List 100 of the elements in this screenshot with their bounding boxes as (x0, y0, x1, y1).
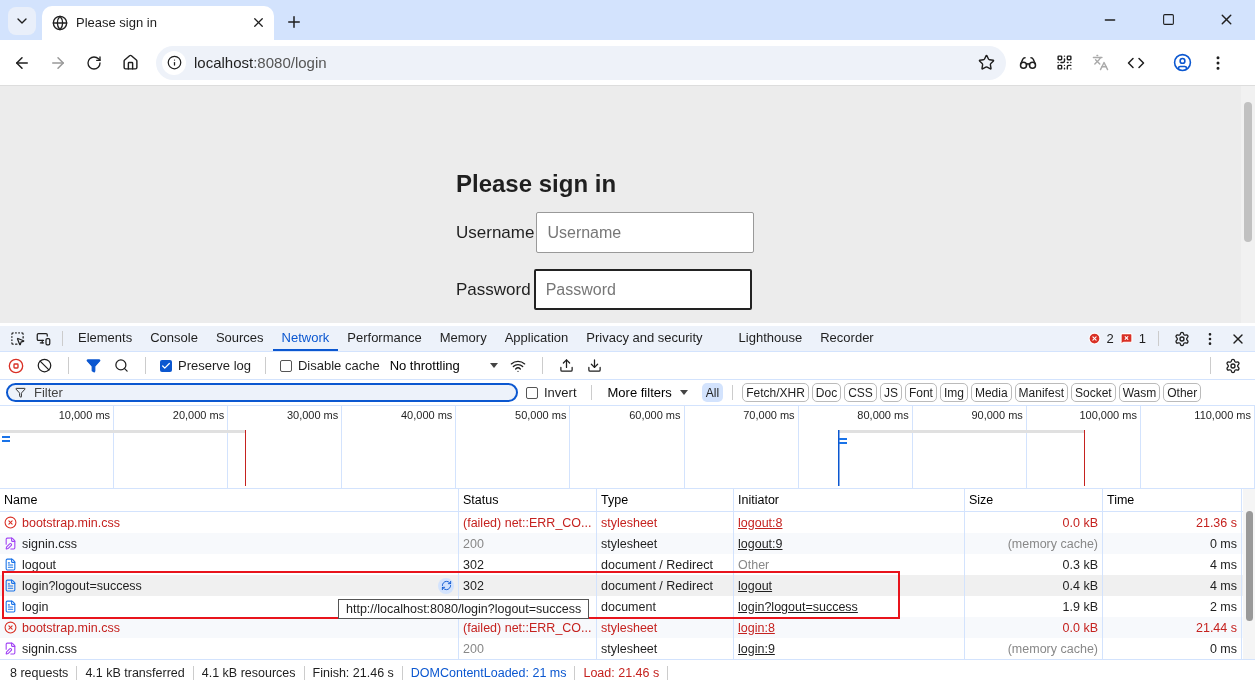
devtools-tab[interactable]: Memory (430, 326, 496, 351)
page-heading: Please sign in (456, 170, 618, 199)
type-filter-chip[interactable]: Socket (1070, 383, 1116, 402)
type-filter-chip[interactable]: JS (879, 383, 902, 402)
status-text: Finish: 21.46 s (304, 666, 403, 680)
tab-list-button[interactable] (8, 6, 36, 35)
text-field[interactable]: Password (533, 269, 752, 311)
status-text: Load: 21.46 s (575, 666, 669, 680)
address-bar[interactable]: localhost:8080/login (156, 45, 1006, 80)
checkbox[interactable] (280, 359, 292, 372)
throttling-dropdown[interactable]: No throttling (387, 358, 500, 373)
table-cell: 4 ms (1209, 578, 1237, 593)
error-count: 2 (1106, 331, 1114, 346)
stylesheet-icon (4, 642, 17, 655)
stylesheet-icon (4, 537, 17, 550)
type-filter-chip[interactable]: CSS (844, 383, 877, 402)
type-filter-chip[interactable]: Img (939, 383, 968, 402)
document-icon (4, 579, 17, 592)
initiator-link[interactable]: logout:9 (738, 536, 783, 551)
table-cell: 21.36 s (1196, 515, 1237, 530)
qr-code-icon[interactable] (1055, 54, 1073, 72)
table-cell: 0 ms (1209, 536, 1237, 551)
download-icon[interactable] (587, 358, 603, 373)
filter-field[interactable]: Filter (6, 383, 518, 402)
devtools-tab[interactable]: Performance (338, 326, 431, 351)
field-label: Password (456, 279, 531, 300)
type-filter-chip[interactable]: Other (1163, 383, 1202, 402)
timeline-tick-label: 50,000 ms (515, 409, 567, 421)
table-cell: stylesheet (601, 620, 658, 635)
reload-icon[interactable] (86, 54, 102, 71)
table-cell: 302 (463, 578, 484, 593)
maximize-icon[interactable] (1161, 13, 1175, 27)
initiator-link[interactable]: login?logout=success (738, 599, 858, 614)
devtools-tab[interactable]: Elements (69, 326, 142, 351)
devtools-tab[interactable]: Recorder (811, 326, 883, 351)
status-text: 8 requests (2, 666, 78, 680)
settings-icon[interactable] (1225, 357, 1241, 374)
device-toolbar-icon[interactable] (35, 331, 51, 346)
checkbox-label: Disable cache (298, 358, 380, 373)
devtools-tab[interactable]: Sources (206, 326, 273, 351)
text-field[interactable]: Username (536, 212, 755, 254)
table-cell: 2 ms (1209, 599, 1237, 614)
type-filter-chip[interactable]: Fetch/XHR (742, 383, 809, 402)
table-cell: (failed) net::ERR_CO... (463, 515, 592, 530)
request-name[interactable]: logout (22, 557, 57, 572)
filter-icon[interactable] (85, 358, 101, 373)
timeline-tick-label: 30,000 ms (286, 409, 339, 421)
type-filter-chip[interactable]: Doc (811, 383, 842, 402)
checkbox[interactable] (160, 359, 172, 372)
devtools-tab[interactable]: Lighthouse (729, 326, 812, 351)
inspect-element-icon[interactable] (9, 331, 25, 346)
timeline-tick-label: 70,000 ms (743, 409, 795, 421)
profile-icon[interactable] (1172, 53, 1192, 73)
type-filter-chip[interactable]: Manifest (1014, 383, 1068, 402)
request-name[interactable]: signin.css (22, 536, 77, 551)
site-info-button[interactable] (162, 50, 186, 75)
replay-button[interactable] (438, 577, 454, 594)
globe-icon (52, 14, 68, 31)
devtools-tab[interactable]: Network (272, 326, 339, 351)
table-cell: document (601, 599, 656, 614)
caret-icon (679, 390, 688, 395)
error-icon (4, 621, 17, 634)
type-filter-chip[interactable]: Font (904, 383, 937, 402)
home-icon[interactable] (121, 54, 139, 72)
devtools-tab[interactable]: Console (141, 326, 207, 351)
initiator-link[interactable]: logout (738, 578, 773, 593)
devtools-tab[interactable]: Application (495, 326, 578, 351)
error-icon (1087, 332, 1101, 345)
checkbox[interactable] (526, 386, 538, 399)
initiator-link[interactable]: logout:8 (738, 515, 783, 530)
stop-recording-icon[interactable] (8, 357, 24, 374)
request-name[interactable]: login (22, 599, 49, 614)
table-cell: 0.3 kB (1062, 557, 1098, 572)
timeline-tick-label: 40,000 ms (401, 409, 453, 421)
more-filters-dropdown[interactable]: More filters (605, 385, 690, 400)
table-cell: (memory cache) (1007, 536, 1098, 551)
star-icon[interactable] (977, 54, 995, 72)
checkbox-label: Preserve log (178, 358, 251, 373)
browser-tab[interactable]: Please sign in (42, 5, 274, 40)
upload-icon[interactable] (559, 358, 575, 373)
document-icon (4, 558, 17, 571)
initiator-link[interactable]: login:9 (738, 641, 775, 656)
clear-icon[interactable] (36, 358, 52, 373)
table-cell: 0.4 kB (1062, 578, 1098, 593)
type-filter-chip[interactable]: All (701, 383, 724, 402)
request-name[interactable]: login?logout=success (22, 578, 142, 593)
request-name[interactable]: bootstrap.min.css (22, 515, 120, 530)
search-icon[interactable] (113, 358, 129, 373)
initiator-link[interactable]: login:8 (738, 620, 775, 635)
table-cell: 0.0 kB (1062, 620, 1098, 635)
table-cell: document / Redirect (601, 578, 713, 593)
devtools-tab[interactable]: Privacy and security (577, 326, 712, 351)
type-filter-chip[interactable]: Wasm (1118, 383, 1161, 402)
request-name[interactable]: bootstrap.min.css (22, 620, 120, 635)
timeline-tick-label: 20,000 ms (172, 409, 225, 421)
type-filter-chip[interactable]: Media (970, 383, 1012, 402)
caret-icon (489, 363, 498, 368)
timeline-tick-label: 100,000 ms (1079, 409, 1137, 421)
settings-icon[interactable] (1174, 330, 1190, 347)
request-name[interactable]: signin.css (22, 641, 77, 656)
